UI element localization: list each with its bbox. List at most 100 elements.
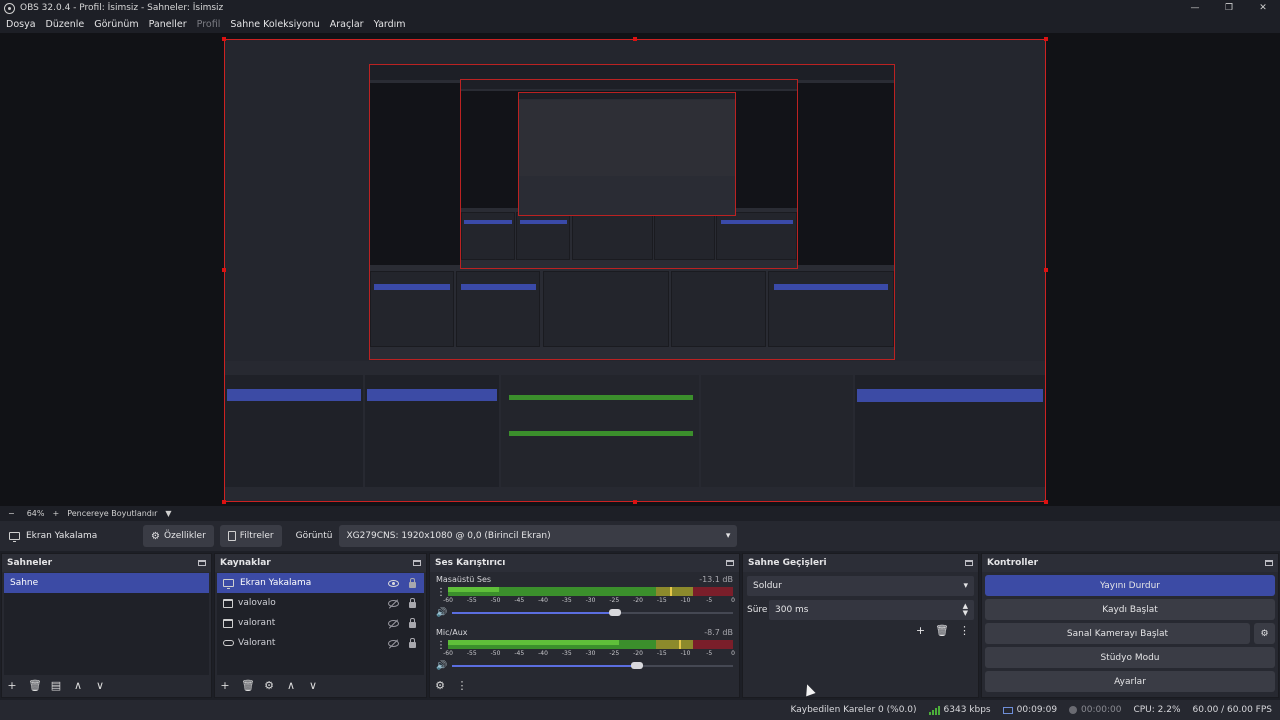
lock-icon[interactable] [409, 577, 416, 588]
transition-menu-button[interactable]: ⋮ [959, 624, 970, 637]
remove-scene-button[interactable]: 🗑 [28, 679, 42, 692]
visibility-hidden-icon[interactable] [388, 619, 399, 627]
visibility-hidden-icon[interactable] [388, 639, 399, 647]
close-button[interactable]: ✕ [1246, 0, 1280, 16]
undock-icon[interactable] [965, 560, 973, 566]
volume-slider[interactable] [452, 662, 733, 669]
meter-tick-label: -35 [561, 597, 572, 604]
nested-capture-level-2 [460, 79, 798, 269]
transition-actions: + 🗑 ⋮ [916, 624, 970, 637]
meter-tick-label: -25 [609, 597, 620, 604]
source-item[interactable]: valorant [217, 613, 424, 633]
add-source-button[interactable]: + [219, 679, 231, 692]
menu-help[interactable]: Yardım [369, 19, 411, 30]
sources-dock: Kaynaklar Ekran Yakalama valovalo valora… [214, 553, 427, 698]
studio-mode-button[interactable]: Stüdyo Modu [985, 647, 1275, 668]
volume-slider-thumb[interactable] [608, 609, 621, 616]
mixer-menu-button[interactable]: ⋮ [456, 679, 468, 692]
meter-peak [678, 640, 681, 649]
zoom-in-button[interactable]: + [52, 509, 59, 518]
meter-level [448, 640, 619, 645]
advanced-audio-button[interactable]: ⚙ [434, 679, 446, 692]
remove-source-button[interactable]: 🗑 [241, 679, 255, 692]
properties-button[interactable]: ⚙ Özellikler [143, 525, 214, 547]
menu-scene-collection[interactable]: Sahne Koleksiyonu [225, 19, 324, 30]
undock-icon[interactable] [198, 560, 206, 566]
menu-view[interactable]: Görünüm [89, 19, 143, 30]
menu-docks[interactable]: Paneller [144, 19, 192, 30]
transition-select[interactable]: Soldur ▾ [747, 576, 974, 596]
volume-slider[interactable] [452, 609, 733, 616]
controls-dock: Kontroller Yayını Durdur Kaydı Başlat Sa… [981, 553, 1279, 698]
cpu-usage: CPU: 2.2% [1133, 705, 1181, 715]
undock-icon[interactable] [726, 560, 734, 566]
menu-edit[interactable]: Düzenle [41, 19, 90, 30]
volume-slider-thumb[interactable] [631, 662, 644, 669]
remove-transition-button[interactable]: 🗑 [935, 624, 949, 637]
stop-streaming-button[interactable]: Yayını Durdur [985, 575, 1275, 596]
meter-ticks: -60 -55 -50 -45 -40 -35 -30 -25 -20 -15 -10 -5 0 [443, 597, 735, 606]
bitrate-indicator: 6343 kbps [928, 705, 991, 715]
scene-filters-button[interactable]: ▤ [50, 679, 62, 692]
meter-tick-label: -10 [680, 597, 691, 604]
add-transition-button[interactable]: + [916, 624, 925, 637]
streaming-icon [1002, 706, 1013, 714]
start-recording-button[interactable]: Kaydı Başlat [985, 599, 1275, 620]
meter-tick-label: -50 [490, 597, 501, 604]
captured-screen-source[interactable] [222, 37, 1048, 504]
scene-transitions-dock: Sahne Geçişleri Soldur ▾ Süre 300 ms ▲ ▼ … [742, 553, 979, 698]
meter-level [448, 587, 500, 592]
maximize-button[interactable]: ❐ [1212, 0, 1246, 16]
source-item[interactable]: Ekran Yakalama [217, 573, 424, 593]
undock-icon[interactable] [413, 560, 421, 566]
window-title: OBS 32.0.4 - Profil: İsimsiz - Sahneler:… [20, 3, 224, 13]
zoom-out-button[interactable]: − [8, 509, 15, 518]
lock-icon[interactable] [409, 637, 416, 648]
move-source-up-button[interactable]: ∧ [285, 679, 297, 692]
selected-source-name: Ekran Yakalama [26, 531, 98, 541]
zoom-dropdown-arrow-icon[interactable]: ▼ [165, 509, 171, 518]
source-item[interactable]: Valorant [217, 633, 424, 653]
move-scene-down-button[interactable]: ∨ [94, 679, 106, 692]
undock-icon[interactable] [1265, 560, 1273, 566]
chevron-down-icon: ▾ [725, 531, 731, 541]
meter-tick-label: -60 [443, 597, 453, 604]
start-virtual-camera-button[interactable]: Sanal Kamerayı Başlat [985, 623, 1250, 644]
menu-tools[interactable]: Araçlar [325, 19, 369, 30]
visibility-hidden-icon[interactable] [388, 599, 399, 607]
volume-meter [448, 587, 733, 596]
lock-icon[interactable] [409, 617, 416, 628]
source-properties-button[interactable]: ⚙ [263, 679, 275, 692]
menu-profile: Profil [196, 19, 221, 30]
lock-icon[interactable] [409, 597, 416, 608]
meter-tick-label: -40 [538, 650, 548, 657]
channel-db: -13.1 dB [699, 575, 733, 584]
duration-label: Süre [747, 605, 768, 615]
meter-tick-label: -50 [490, 650, 501, 657]
browser-source-icon [223, 598, 233, 608]
filters-button[interactable]: Filtreler [219, 525, 282, 547]
minimize-button[interactable]: — [1178, 0, 1212, 16]
fit-to-window-label[interactable]: Pencereye Boyutlandır [67, 509, 157, 518]
visibility-eye-icon[interactable] [388, 579, 399, 587]
speaker-icon[interactable]: 🔊 [436, 661, 447, 671]
sources-list: Ekran Yakalama valovalo valorant Valoran… [217, 573, 424, 675]
menu-file[interactable]: Dosya [1, 19, 41, 30]
display-select[interactable]: XG279CNS: 1920x1080 @ 0,0 (Birincil Ekra… [339, 525, 738, 547]
move-scene-up-button[interactable]: ∧ [72, 679, 84, 692]
spin-arrows-icon[interactable]: ▲ ▼ [963, 603, 968, 617]
gear-icon: ⚙ [151, 530, 160, 542]
scene-item[interactable]: Sahne [4, 573, 209, 593]
source-toolbar: Ekran Yakalama ⚙ Özellikler Filtreler Gö… [0, 521, 1280, 551]
add-scene-button[interactable]: + [6, 679, 18, 692]
duration-spinbox[interactable]: 300 ms ▲ ▼ [769, 600, 974, 620]
source-item-label: Valorant [238, 638, 276, 648]
mixer-title: Ses Karıştırıcı [435, 558, 506, 568]
move-source-down-button[interactable]: ∨ [307, 679, 319, 692]
preview-canvas[interactable] [0, 33, 1280, 506]
menu-bar: Dosya Düzenle Görünüm Paneller Profil Sa… [0, 16, 1280, 33]
source-item[interactable]: valovalo [217, 593, 424, 613]
virtual-camera-settings-button[interactable]: ⚙ [1254, 623, 1275, 644]
settings-button[interactable]: Ayarlar [985, 671, 1275, 692]
speaker-icon[interactable]: 🔊 [436, 608, 447, 618]
